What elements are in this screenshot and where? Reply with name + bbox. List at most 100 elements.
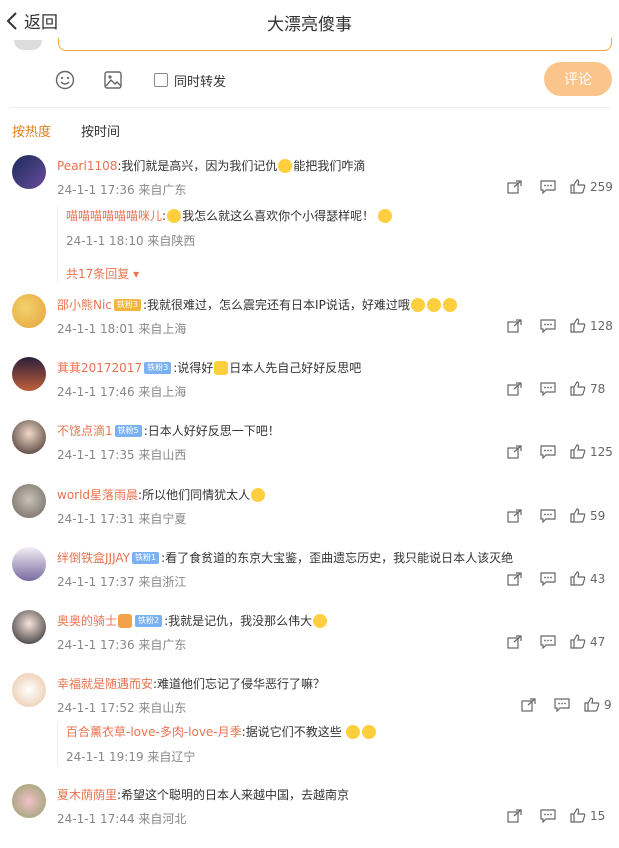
comment-body: :日本人好好反思一下吧！ [143, 424, 280, 438]
username[interactable]: 奥奥的骑士 [57, 612, 117, 629]
fan-badge: 铁粉3 [113, 298, 142, 311]
reply-username[interactable]: 喵喵喵喵喵喵咪儿 [66, 207, 162, 224]
avatar[interactable] [12, 420, 46, 454]
submit-comment-button[interactable]: 评论 [544, 62, 612, 96]
comment-text: 萁萁20172017 铁粉3 :说得好 日本人先自己好好反思吧 [57, 359, 361, 376]
sad-emoji-icon [426, 297, 441, 312]
comment-body: :希望这个聪明的日本人来越中国，去越南京 [117, 788, 350, 802]
fan-badge: 铁粉1 [132, 551, 160, 564]
reply-thread: 喵喵喵喵喵喵咪儿 : 我怎么就这么喜欢你个小得瑟样呢！ 24-1-1 18:10… [57, 207, 393, 282]
comment-icon[interactable] [538, 508, 558, 523]
username[interactable]: Pearl1108 [57, 159, 117, 173]
username[interactable]: 不饶点滴1 [57, 422, 113, 439]
more-replies-link[interactable]: 共17条回复 ▾ [66, 265, 393, 282]
username[interactable]: 绊倒铁盒JJJAY [57, 549, 130, 566]
reply-thread: 百合薰衣草-love-多肉-love-月季 :据说它们不教这些 24-1-1 1… [57, 723, 377, 765]
like-icon[interactable] [570, 808, 586, 823]
like-icon[interactable] [584, 697, 600, 712]
share-icon[interactable] [504, 571, 524, 586]
avatar[interactable] [12, 547, 46, 581]
comment-icon[interactable] [538, 634, 558, 649]
repost-label: 同时转发 [174, 74, 227, 90]
comment-text: 夏木荫荫里 :希望这个聪明的日本人来越中国，去越南京 [57, 786, 349, 803]
comment-text: 邵小熊Nic 铁粉3 :我就很难过，怎么震完还有日本IP说话，好难过哦 [57, 296, 458, 313]
share-icon[interactable] [504, 508, 524, 523]
comment-input[interactable] [58, 38, 612, 51]
comment-meta: 24-1-1 17:52 来自山东 [57, 701, 187, 715]
reply-username[interactable]: 百合薰衣草-love-多肉-love-月季 [66, 723, 242, 740]
comment-meta: 24-1-1 17:46 来自上海 [57, 385, 187, 399]
comment-actions: 15 [504, 808, 605, 823]
comment-actions: 9 [518, 697, 612, 712]
like-count: 128 [590, 318, 613, 333]
username[interactable]: 萁萁20172017 [57, 359, 142, 376]
share-icon[interactable] [518, 697, 538, 712]
like-count: 78 [590, 381, 606, 396]
share-icon[interactable] [504, 318, 524, 333]
comment-icon[interactable] [538, 318, 558, 333]
like-icon[interactable] [570, 571, 586, 586]
comment-icon[interactable] [538, 444, 558, 459]
comment-body-end: 日本人先自己好好反思吧 [229, 361, 362, 375]
share-icon[interactable] [504, 808, 524, 823]
smirk-emoji-icon [313, 613, 328, 628]
cat-emoji-icon [251, 487, 266, 502]
image-icon[interactable] [102, 69, 124, 91]
like-count: 47 [590, 634, 606, 649]
comment-text: 绊倒铁盒JJJAY 铁粉1 :看了食贫道的东京大宝鉴，歪曲遗忘历史，我只能说日本… [57, 549, 513, 566]
avatar[interactable] [12, 784, 46, 818]
comment-meta: 24-1-1 17:37 来自浙江 [57, 575, 187, 589]
like-icon[interactable] [570, 318, 586, 333]
like-count: 125 [590, 444, 613, 459]
like-count: 259 [590, 179, 613, 194]
avatar[interactable] [12, 155, 46, 189]
back-button[interactable]: 返回 [6, 8, 58, 33]
like-count: 59 [590, 508, 606, 523]
tab-hot[interactable]: 按热度 [12, 121, 51, 140]
comment-meta: 24-1-1 17:36 来自广东 [57, 638, 187, 652]
like-icon[interactable] [570, 381, 586, 396]
share-icon[interactable] [504, 179, 524, 194]
reply-meta: 24-1-1 18:10 来自陕西 [66, 234, 196, 248]
fan-badge: 铁粉3 [144, 361, 172, 374]
back-label: 返回 [24, 13, 58, 33]
comment-body: :我们就是高兴，因为我们记仇 [117, 159, 278, 173]
fan-badge: 铁粉5 [114, 424, 142, 437]
share-icon[interactable] [504, 634, 524, 649]
comment-text: world星落雨晨 :所以他们同情犹太人 [57, 486, 266, 503]
comment-icon[interactable] [538, 381, 558, 396]
like-icon[interactable] [570, 634, 586, 649]
colon: : [162, 208, 167, 223]
avatar[interactable] [12, 294, 46, 328]
sweat-emoji-icon [361, 724, 376, 739]
comment-icon[interactable] [552, 697, 572, 712]
comment-text: 奥奥的骑士 铁粉2 :我就是记仇，我没那么伟大 [57, 612, 328, 629]
share-icon[interactable] [504, 381, 524, 396]
share-icon[interactable] [504, 444, 524, 459]
comment-icon[interactable] [538, 179, 558, 194]
avatar[interactable] [12, 484, 46, 518]
avatar[interactable] [12, 610, 46, 644]
avatar[interactable] [12, 673, 46, 707]
comment-actions: 59 [504, 508, 605, 523]
tab-time[interactable]: 按时间 [81, 121, 120, 140]
username[interactable]: 幸福就是随遇而安 [57, 675, 153, 692]
comment-icon[interactable] [538, 571, 558, 586]
like-icon[interactable] [570, 179, 586, 194]
like-icon[interactable] [570, 508, 586, 523]
username[interactable]: 邵小熊Nic [57, 296, 112, 313]
comment-body: :我就是记仇，我没那么伟大 [164, 614, 313, 628]
username[interactable]: world星落雨晨 [57, 486, 138, 503]
comment-body: :难道他们忘记了侵华恶行了嘛？ [153, 677, 326, 691]
like-icon[interactable] [570, 444, 586, 459]
compose-toolbar: 同时转发 评论 [54, 62, 614, 96]
comment-body: :所以他们同情犹太人 [138, 488, 251, 502]
comment-meta: 24-1-1 17:44 来自河北 [57, 812, 187, 826]
emoji-icon[interactable] [54, 69, 76, 91]
avatar[interactable] [12, 357, 46, 391]
comment-icon[interactable] [538, 808, 558, 823]
username[interactable]: 夏木荫荫里 [57, 786, 117, 803]
repost-checkbox[interactable]: 同时转发 [154, 71, 226, 90]
like-count: 9 [604, 697, 612, 712]
comment-body: :说得好 [173, 361, 214, 375]
